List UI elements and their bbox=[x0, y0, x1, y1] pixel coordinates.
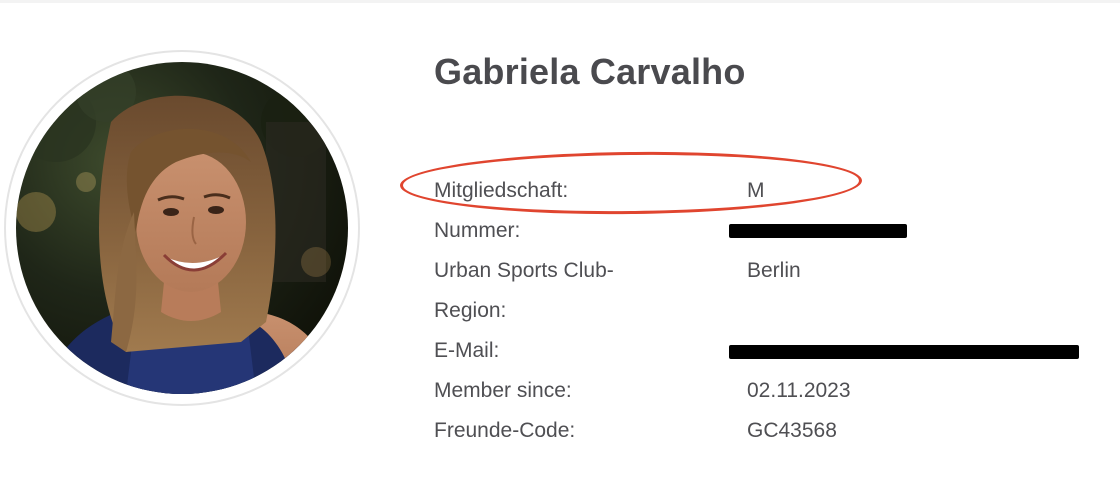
profile-page: Gabriela Carvalho Mitgliedschaft: M Numm… bbox=[0, 0, 1120, 500]
email-label: E-Mail: bbox=[434, 339, 500, 362]
number-label: Nummer: bbox=[434, 219, 521, 242]
member-since-value: 02.11.2023 bbox=[747, 379, 851, 402]
detail-row-friend-code: Freunde-Code: GC43568 bbox=[434, 411, 1114, 451]
member-since-label: Member since: bbox=[434, 379, 572, 402]
top-divider bbox=[0, 0, 1120, 3]
detail-row-number: Nummer: bbox=[434, 211, 1114, 251]
avatar-image bbox=[16, 62, 348, 394]
region-value: Berlin bbox=[747, 259, 801, 282]
detail-row-region: Urban Sports Club-Region: Berlin bbox=[434, 251, 1114, 331]
friend-code-value: GC43568 bbox=[747, 419, 837, 442]
detail-row-member-since: Member since: 02.11.2023 bbox=[434, 371, 1114, 411]
avatar bbox=[16, 62, 348, 394]
profile-name: Gabriela Carvalho bbox=[434, 51, 746, 92]
email-redaction-bar bbox=[729, 345, 1079, 359]
detail-row-membership: Mitgliedschaft: M bbox=[434, 171, 1114, 211]
membership-label: Mitgliedschaft: bbox=[434, 179, 569, 202]
profile-details: Mitgliedschaft: M Nummer: Urban Sports C… bbox=[434, 171, 1114, 451]
region-label: Urban Sports Club-Region: bbox=[434, 259, 614, 322]
membership-value: M bbox=[747, 179, 765, 202]
friend-code-label: Freunde-Code: bbox=[434, 419, 576, 442]
number-redaction-bar bbox=[729, 224, 907, 238]
detail-row-email: E-Mail: bbox=[434, 331, 1114, 371]
